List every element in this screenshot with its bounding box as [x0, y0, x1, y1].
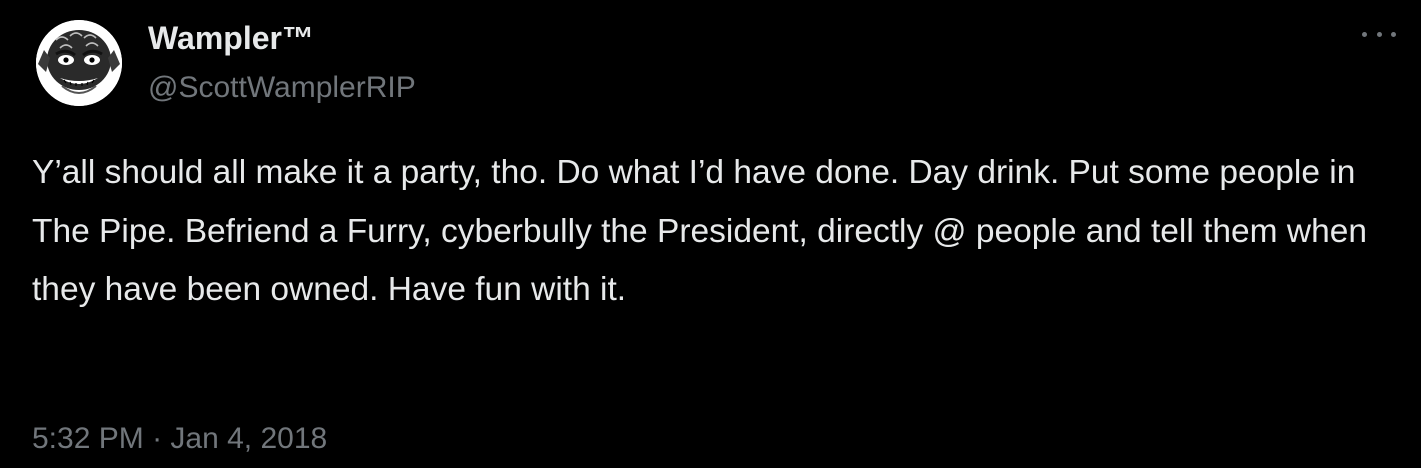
- more-dot: [1391, 31, 1396, 37]
- tweet-date: Jan 4, 2018: [170, 422, 328, 455]
- timestamp-separator: ·: [143, 422, 171, 455]
- author-display-name[interactable]: Wampler™: [148, 16, 314, 60]
- author-handle[interactable]: @ScottWamplerRIP: [148, 68, 416, 108]
- tweet-timestamp[interactable]: 5:32 PM · Jan 4, 2018: [32, 418, 327, 460]
- tweet-card[interactable]: Wampler™ @ScottWamplerRIP Y’all should a…: [0, 0, 1421, 468]
- tweet-text: Y’all should all make it a party, tho. D…: [32, 154, 1367, 308]
- tweet-time: 5:32 PM: [32, 422, 144, 455]
- creature-avatar-icon: [36, 20, 122, 106]
- more-dot: [1362, 31, 1367, 37]
- more-dot: [1376, 31, 1382, 37]
- more-options-icon[interactable]: [1362, 24, 1396, 44]
- avatar[interactable]: [36, 20, 122, 106]
